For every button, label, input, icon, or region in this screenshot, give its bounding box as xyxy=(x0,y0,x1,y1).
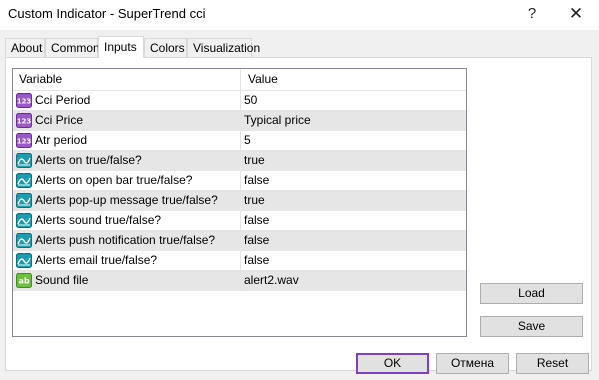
variable-value[interactable]: false xyxy=(244,171,269,190)
cell-divider xyxy=(240,131,241,150)
help-button[interactable]: ? xyxy=(520,3,544,25)
close-button[interactable]: ✕ xyxy=(563,3,589,25)
column-divider[interactable] xyxy=(240,69,241,90)
variable-name: Alerts on open bar true/false? xyxy=(35,173,193,187)
cell-divider xyxy=(240,271,241,290)
cell-divider xyxy=(240,191,241,210)
variable-name: Sound file xyxy=(35,273,89,287)
cell-divider xyxy=(240,171,241,190)
table-row[interactable]: Alerts pop-up message true/false? true xyxy=(13,191,466,211)
numeric-icon: 123 xyxy=(16,93,32,108)
variable-value[interactable]: false xyxy=(244,231,269,250)
table-row[interactable]: Alerts on true/false? true xyxy=(13,151,466,171)
grid-header: Variable Value xyxy=(13,69,466,91)
variable-name: Alerts sound true/false? xyxy=(35,213,162,227)
table-row[interactable]: 123 Atr period 5 xyxy=(13,131,466,151)
variable-value[interactable]: true xyxy=(244,151,265,170)
svg-text:123: 123 xyxy=(17,118,32,126)
variable-name: Alerts email true/false? xyxy=(35,253,158,267)
boolean-icon xyxy=(16,153,32,168)
reset-button[interactable]: Reset xyxy=(516,353,589,374)
cell-divider xyxy=(240,111,241,130)
numeric-icon: 123 xyxy=(16,133,32,148)
variable-value[interactable]: alert2.wav xyxy=(244,271,299,290)
column-header-variable[interactable]: Variable xyxy=(19,69,62,90)
variable-name: Cci Price xyxy=(35,113,84,127)
svg-text:ab: ab xyxy=(18,277,29,286)
svg-text:123: 123 xyxy=(17,98,32,106)
tab-visualization[interactable]: Visualization xyxy=(187,38,260,57)
variable-name: Alerts on true/false? xyxy=(35,153,142,167)
variable-value[interactable]: 5 xyxy=(244,131,251,150)
dialog-body: About Common Inputs Colors Visualization… xyxy=(0,30,599,380)
cell-divider xyxy=(240,91,241,110)
tab-about[interactable]: About xyxy=(5,38,45,57)
cell-divider xyxy=(240,231,241,250)
table-row[interactable]: ab Sound file alert2.wav xyxy=(13,271,466,291)
inputs-grid: Variable Value 123 Cci Period 50 123 Cci Pri… xyxy=(12,68,467,337)
numeric-icon: 123 xyxy=(16,113,32,128)
tab-common[interactable]: Common xyxy=(45,38,100,57)
load-button[interactable]: Load xyxy=(480,283,583,304)
table-row[interactable]: 123 Cci Price Typical price xyxy=(13,111,466,131)
variable-name: Alerts push notification true/false? xyxy=(35,233,216,247)
window-title: Custom Indicator - SuperTrend cci xyxy=(8,6,206,21)
boolean-icon xyxy=(16,253,32,268)
variable-name: Cci Period xyxy=(35,93,91,107)
variable-value[interactable]: true xyxy=(244,191,265,210)
variable-value[interactable]: Typical price xyxy=(244,111,311,130)
table-row[interactable]: 123 Cci Period 50 xyxy=(13,91,466,111)
cell-divider xyxy=(240,151,241,170)
variable-name: Alerts pop-up message true/false? xyxy=(35,193,218,207)
boolean-icon xyxy=(16,173,32,188)
tab-inputs[interactable]: Inputs xyxy=(98,36,144,58)
title-bar: Custom Indicator - SuperTrend cci ? ✕ xyxy=(0,0,599,30)
table-row[interactable]: Alerts sound true/false? false xyxy=(13,211,466,231)
save-button[interactable]: Save xyxy=(480,316,583,337)
cancel-button[interactable]: Отмена xyxy=(436,353,509,374)
string-icon: ab xyxy=(16,273,32,288)
boolean-icon xyxy=(16,213,32,228)
table-row[interactable]: Alerts on open bar true/false? false xyxy=(13,171,466,191)
boolean-icon xyxy=(16,233,32,248)
variable-value[interactable]: false xyxy=(244,251,269,270)
variable-value[interactable]: 50 xyxy=(244,91,257,110)
variable-value[interactable]: false xyxy=(244,211,269,230)
column-header-value[interactable]: Value xyxy=(248,69,278,90)
table-row[interactable]: Alerts email true/false? false xyxy=(13,251,466,271)
ok-button[interactable]: OK xyxy=(356,353,429,374)
svg-text:123: 123 xyxy=(17,138,32,146)
cell-divider xyxy=(240,251,241,270)
boolean-icon xyxy=(16,193,32,208)
tab-colors[interactable]: Colors xyxy=(144,38,187,57)
variable-name: Atr period xyxy=(35,133,88,147)
cell-divider xyxy=(240,211,241,230)
table-row[interactable]: Alerts push notification true/false? fals… xyxy=(13,231,466,251)
